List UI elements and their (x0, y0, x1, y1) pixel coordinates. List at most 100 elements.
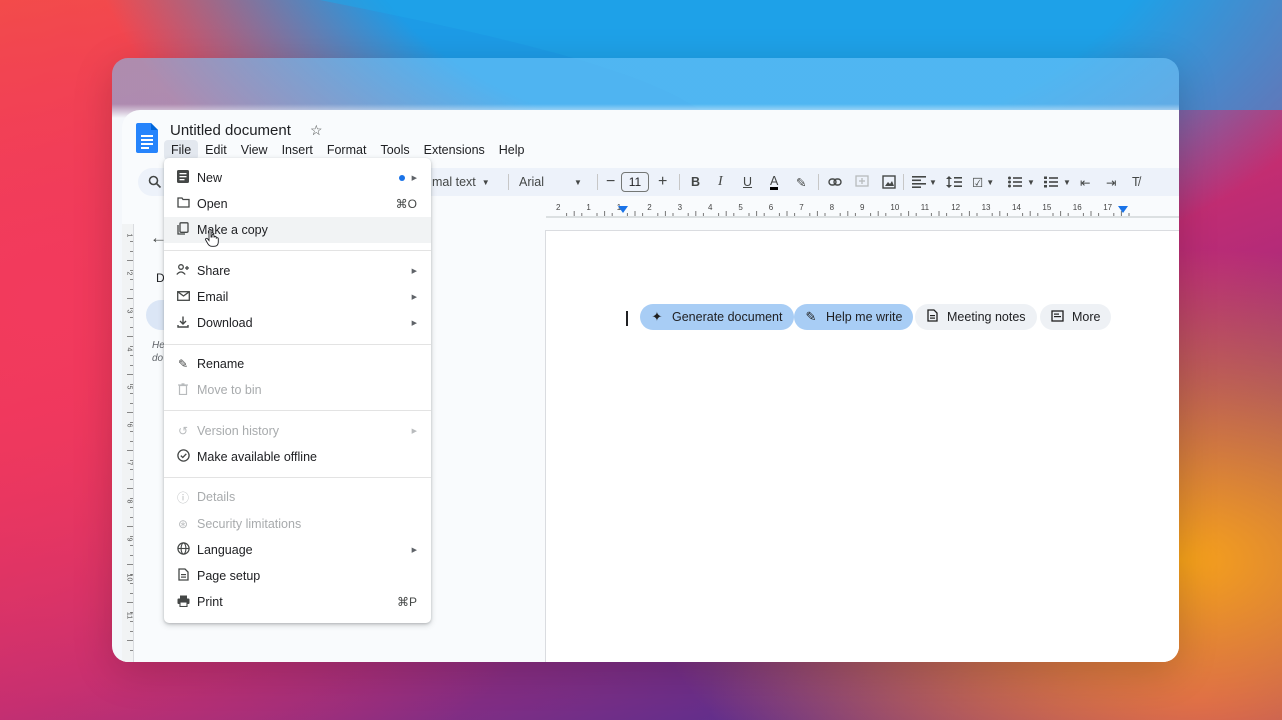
chevron-down-icon: ▼ (986, 177, 995, 187)
decrease-font-size-button[interactable]: − (606, 168, 615, 196)
font-select[interactable]: Arial ▼ (519, 168, 582, 196)
menu-item-label: Share (197, 264, 231, 278)
vertical-ruler-tick (130, 279, 133, 280)
ruler-label: 17 (1103, 203, 1113, 212)
increase-indent-icon[interactable]: ⇥ (1106, 168, 1116, 196)
menu-item-share[interactable]: Share ▶ (164, 258, 431, 284)
copy-icon (176, 222, 190, 238)
menu-item-move-to-bin[interactable]: Move to bin (164, 377, 431, 403)
vertical-ruler-tick (130, 355, 133, 356)
add-comment-icon[interactable] (855, 168, 869, 196)
meeting-notes-chip[interactable]: Meeting notes (915, 304, 1037, 330)
folder-icon (176, 197, 190, 211)
increase-font-size-button[interactable]: + (658, 168, 667, 196)
menu-item-label: Download (197, 316, 253, 330)
document-page[interactable]: ✦ Generate document ✎ Help me write Meet… (545, 230, 1179, 662)
italic-button[interactable]: I (718, 168, 723, 196)
text-color-button[interactable]: A (770, 168, 779, 196)
vertical-ruler-tick (127, 298, 133, 299)
sparkle-icon: ✦ (651, 309, 663, 324)
clear-formatting-icon[interactable]: T̸ (1132, 168, 1140, 196)
document-title[interactable]: Untitled document (170, 122, 291, 139)
menu-item-security-limitations[interactable]: ⊛ Security limitations (164, 511, 431, 537)
menu-item-language[interactable]: Language ▶ (164, 537, 431, 563)
help-me-write-chip[interactable]: ✎ Help me write (794, 304, 914, 330)
font-size-input[interactable]: 11 (621, 168, 649, 196)
chip-label: Help me write (826, 310, 903, 324)
menu-tools[interactable]: Tools (373, 140, 416, 160)
menu-item-print[interactable]: Print ⌘P (164, 589, 431, 615)
paragraph-style-select[interactable]: mal text ▼ (432, 168, 490, 196)
star-icon[interactable]: ☆ (310, 122, 323, 139)
chevron-down-icon: ▼ (1063, 177, 1071, 187)
menu-item-new[interactable]: New ▶ (164, 165, 431, 191)
menu-insert[interactable]: Insert (275, 140, 320, 160)
menu-edit[interactable]: Edit (198, 140, 234, 160)
menu-item-page-setup[interactable]: Page setup (164, 563, 431, 589)
menu-extensions[interactable]: Extensions (417, 140, 492, 160)
ruler-label: 12 (951, 203, 961, 212)
highlight-icon[interactable]: ✎ (796, 168, 806, 196)
vertical-ruler-label: 7 (125, 461, 133, 466)
vertical-ruler-tick (130, 516, 133, 518)
menu-file[interactable]: File (164, 140, 199, 160)
decrease-indent-icon[interactable]: ⇤ (1080, 168, 1090, 196)
menu-item-label: Open (197, 197, 228, 211)
chevron-down-icon: ▼ (574, 177, 582, 187)
font-size-value: 11 (621, 172, 649, 192)
menu-item-download[interactable]: Download ▶ (164, 310, 431, 336)
submenu-arrow-icon: ▶ (411, 320, 417, 327)
vertical-ruler-tick (130, 402, 133, 404)
bulleted-list-icon[interactable]: ▼ (1008, 168, 1035, 196)
more-chip[interactable]: More (1040, 304, 1112, 330)
checklist-icon[interactable]: ☑ ▼ (972, 168, 994, 196)
align-icon[interactable]: ▼ (912, 168, 937, 196)
link-icon[interactable] (828, 168, 842, 196)
menu-help[interactable]: Help (492, 140, 532, 160)
vertical-ruler-tick (130, 393, 133, 394)
generate-document-chip[interactable]: ✦ Generate document (640, 304, 794, 330)
page-icon (176, 568, 190, 584)
ruler-label: 8 (829, 203, 835, 212)
offline-check-icon (176, 449, 190, 465)
menu-item-rename[interactable]: ✎ Rename (164, 351, 431, 377)
line-spacing-icon[interactable] (946, 168, 962, 196)
ruler-label: 13 (981, 203, 991, 212)
vertical-ruler-label: 5 (125, 385, 133, 390)
menu-item-label: Email (197, 290, 229, 304)
menu-item-label: Make available offline (197, 450, 317, 464)
menu-item-version-history[interactable]: ↺ Version history ▶ (164, 418, 431, 444)
menu-item-label: Page setup (197, 569, 261, 583)
numbered-list-icon[interactable]: ▼ (1044, 168, 1071, 196)
search-menus-icon[interactable] (148, 168, 162, 196)
vertical-ruler-label: 11 (125, 611, 133, 620)
vertical-ruler-tick (130, 630, 133, 632)
vertical-ruler-tick (127, 602, 133, 603)
menu-item-email[interactable]: Email ▶ (164, 284, 431, 310)
pencil-icon: ✎ (177, 357, 189, 371)
menu-item-make-available-offline[interactable]: Make available offline (164, 444, 431, 470)
submenu-arrow-icon: ▶ (411, 268, 417, 275)
vertical-ruler-tick (130, 621, 133, 622)
menu-view[interactable]: View (234, 140, 275, 160)
ruler-label: 4 (708, 203, 713, 212)
magic-pen-icon: ✎ (805, 309, 817, 324)
vertical-ruler-tick (130, 431, 133, 432)
vertical-ruler-label: 2 (125, 271, 133, 276)
menu-item-details[interactable]: ⓘ Details (164, 484, 431, 510)
ruler-label: 14 (1012, 203, 1021, 212)
insert-image-icon[interactable] (882, 168, 896, 196)
vertical-ruler-label: 4 (125, 347, 133, 352)
trash-icon (176, 382, 190, 398)
ruler-label: 16 (1072, 203, 1082, 212)
ruler-label: 9 (860, 203, 865, 212)
vertical-ruler-tick (130, 469, 133, 470)
menu-item-label: Move to bin (197, 383, 262, 397)
vertical-ruler-tick (127, 260, 133, 261)
menu-format[interactable]: Format (320, 140, 374, 160)
bold-button[interactable]: B (691, 168, 700, 196)
vertical-ruler-label: 8 (125, 499, 133, 504)
underline-button[interactable]: U (743, 168, 752, 196)
menu-item-open[interactable]: Open ⌘O (164, 191, 431, 217)
chip-label: Meeting notes (947, 310, 1026, 324)
